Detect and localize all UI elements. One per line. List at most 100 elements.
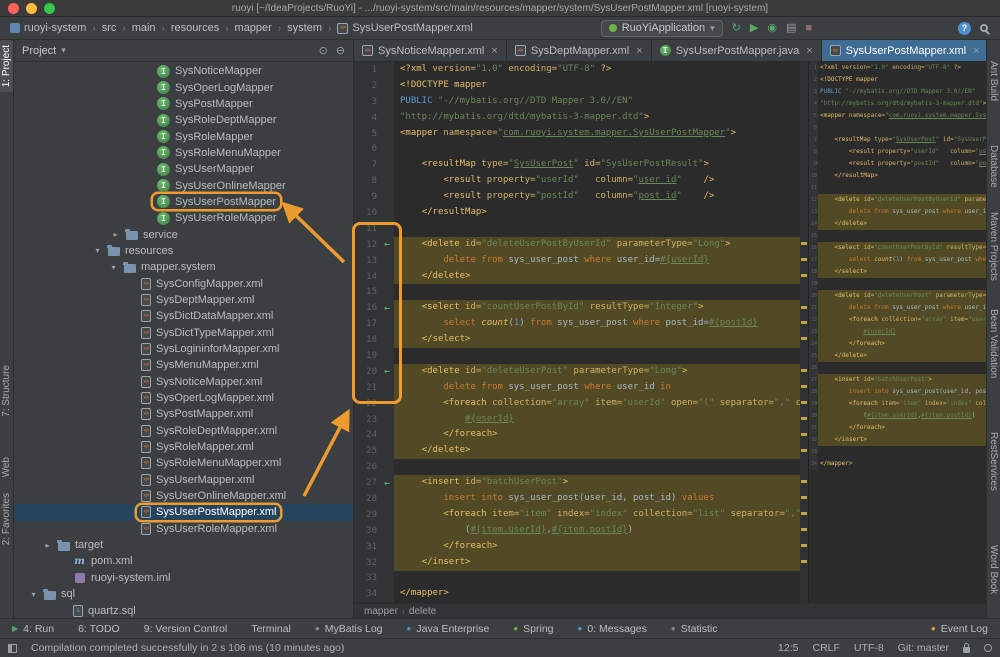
tree-item[interactable]: SysDictDataMapper.xml <box>14 308 353 324</box>
code-text[interactable]: <result property="userId" column="user_i… <box>394 173 800 189</box>
chevron-down-icon[interactable]: ▾ <box>61 45 66 56</box>
code-text[interactable]: </mapper> <box>394 586 800 602</box>
line-number[interactable]: 31 <box>354 542 380 552</box>
code-text[interactable]: </insert> <box>394 555 800 571</box>
line-number[interactable]: 3 <box>354 97 380 107</box>
tool-strip-button[interactable]: 7: Structure <box>0 360 13 422</box>
line-separator-indicator[interactable]: CRLF <box>812 642 839 654</box>
code-text[interactable]: <result property="postId" column="post_i… <box>394 189 800 205</box>
chevron-down-icon[interactable]: ▾ <box>28 590 39 599</box>
line-number[interactable]: 32 <box>354 558 380 568</box>
tree-item[interactable]: SysUserMapper <box>14 161 353 177</box>
help-icon[interactable]: ? <box>958 22 971 35</box>
tree-item[interactable]: SysOperLogMapper <box>14 79 353 95</box>
code-text[interactable]: </foreach> <box>394 427 800 443</box>
tree-item[interactable]: SysPostMapper.xml <box>14 406 353 422</box>
line-number[interactable]: 8 <box>354 176 380 186</box>
tree-item[interactable]: SysUserRoleMapper <box>14 210 353 226</box>
tree-item[interactable]: SysConfigMapper.xml <box>14 275 353 291</box>
tree-item[interactable]: SysRoleDeptMapper <box>14 112 353 128</box>
editor-tab[interactable]: SysNoticeMapper.xml× <box>354 40 507 61</box>
tree-item[interactable]: SysNoticeMapper <box>14 63 353 79</box>
code-text[interactable]: </delete> <box>394 443 800 459</box>
code-text[interactable]: delete from sys_user_post where user_id=… <box>394 253 800 269</box>
breadcrumb-item[interactable]: src <box>100 21 119 35</box>
code-text[interactable]: <foreach collection="array" item="userId… <box>394 396 800 412</box>
code-text[interactable]: delete from sys_user_post where user_id … <box>394 380 800 396</box>
toolwindow-button[interactable]: ●Event Log <box>931 623 988 635</box>
tree-item[interactable]: SysRoleMapper <box>14 128 353 144</box>
tree-item[interactable]: SysUserPostMapper.xml <box>14 504 353 520</box>
code-text[interactable]: PUBLIC "-//mybatis.org//DTD Mapper 3.0//… <box>394 94 800 110</box>
code-text[interactable]: </foreach> <box>394 539 800 555</box>
close-icon[interactable]: × <box>806 45 812 57</box>
tree-item[interactable]: ▸target <box>14 537 353 553</box>
line-number[interactable]: 23 <box>354 415 380 425</box>
tree-item[interactable]: SysPostMapper <box>14 96 353 112</box>
tree-item[interactable]: SysRoleMapper.xml <box>14 439 353 455</box>
chevron-right-icon[interactable]: ▸ <box>110 230 121 239</box>
toolwindow-button[interactable]: 9: Version Control <box>144 623 227 635</box>
tree-item[interactable]: quartz.sql <box>14 602 353 618</box>
line-number[interactable]: 19 <box>354 351 380 361</box>
error-stripe[interactable] <box>800 62 808 603</box>
editor-tab[interactable]: SysUserPostMapper.java× <box>652 40 822 61</box>
line-number[interactable]: 33 <box>354 573 380 583</box>
line-number[interactable]: 24 <box>354 430 380 440</box>
breadcrumb-item[interactable]: ruoyi-system <box>8 21 88 35</box>
toolwindow-toggle-icon[interactable] <box>8 644 17 653</box>
tree-item[interactable]: ▾mapper.system <box>14 259 353 275</box>
toolwindow-button[interactable]: ●0: Messages <box>578 623 647 635</box>
code-text[interactable]: <foreach item="item" index="index" colle… <box>394 507 800 523</box>
line-number[interactable]: 14 <box>354 272 380 282</box>
line-number[interactable]: 1 <box>354 65 380 75</box>
line-number[interactable]: 5 <box>354 129 380 139</box>
line-number[interactable]: 9 <box>354 192 380 202</box>
line-number[interactable]: 4 <box>354 113 380 123</box>
tree-item[interactable]: SysRoleMenuMapper <box>14 145 353 161</box>
toolwindow-button[interactable]: 6: TODO <box>78 623 120 635</box>
code-text[interactable]: <select id="countUserPostById" resultTyp… <box>394 300 800 316</box>
tree-item[interactable]: SysUserPostMapper <box>14 194 353 210</box>
tree-item[interactable]: SysRoleMenuMapper.xml <box>14 455 353 471</box>
minimap-pane[interactable]: 1<?xml version="1.0" encoding="UTF-8" ?>… <box>808 62 986 603</box>
line-number[interactable]: 25 <box>354 446 380 456</box>
code-text[interactable]: insert into sys_user_post(user_id, post_… <box>394 491 800 507</box>
tree-item[interactable]: SysUserOnlineMapper.xml <box>14 488 353 504</box>
line-number[interactable]: 29 <box>354 510 380 520</box>
toolwindow-button[interactable]: ●Statistic <box>671 623 718 635</box>
line-number[interactable]: 28 <box>354 494 380 504</box>
code-text[interactable]: "http://mybatis.org/dtd/mybatis-3-mapper… <box>394 110 800 126</box>
run-config-selector[interactable]: RuoYiApplication ▾ <box>601 20 723 37</box>
tool-strip-button[interactable]: 1: Project <box>0 40 13 92</box>
editor-breadcrumb-item[interactable]: mapper <box>364 606 398 617</box>
code-editor[interactable]: 1<?xml version="1.0" encoding="UTF-8" ?>… <box>354 62 800 603</box>
tree-item[interactable]: ▸service <box>14 226 353 242</box>
tool-strip-button[interactable]: Bean Validation <box>987 304 1000 383</box>
close-icon[interactable]: × <box>973 45 979 57</box>
tree-item[interactable]: SysNoticeMapper.xml <box>14 374 353 390</box>
tool-strip-button[interactable]: Web <box>0 452 13 482</box>
mybatis-nav-arrow-icon[interactable]: ← <box>380 366 394 377</box>
toolwindow-button[interactable]: ▶4: Run <box>12 623 54 635</box>
tool-strip-button[interactable]: RestServices <box>987 427 1000 496</box>
chevron-down-icon[interactable]: ▾ <box>108 263 119 272</box>
tree-item[interactable]: ▾sql <box>14 586 353 602</box>
editor-tab[interactable]: SysUserPostMapper.xml× <box>822 40 986 61</box>
git-branch-indicator[interactable]: Git: master <box>898 642 949 654</box>
tree-item[interactable]: ▾resources <box>14 243 353 259</box>
code-text[interactable]: <delete id="deleteUserPostByUserId" para… <box>394 237 800 253</box>
line-number[interactable]: 7 <box>354 160 380 170</box>
code-text[interactable]: select count(1) from sys_user_post where… <box>394 316 800 332</box>
toolwindow-button[interactable]: Terminal <box>251 623 291 635</box>
line-number[interactable]: 20 <box>354 367 380 377</box>
tool-strip-button[interactable]: 2: Favorites <box>0 488 13 550</box>
project-panel-title[interactable]: Project <box>22 45 56 57</box>
line-number[interactable]: 12 <box>354 240 380 250</box>
line-number[interactable]: 34 <box>354 589 380 599</box>
breadcrumb-item[interactable]: resources <box>169 21 221 35</box>
caret-position[interactable]: 12:5 <box>778 642 798 654</box>
line-number[interactable]: 21 <box>354 383 380 393</box>
code-text[interactable]: <delete id="deleteUserPost" parameterTyp… <box>394 364 800 380</box>
mybatis-nav-arrow-icon[interactable]: ← <box>380 303 394 314</box>
